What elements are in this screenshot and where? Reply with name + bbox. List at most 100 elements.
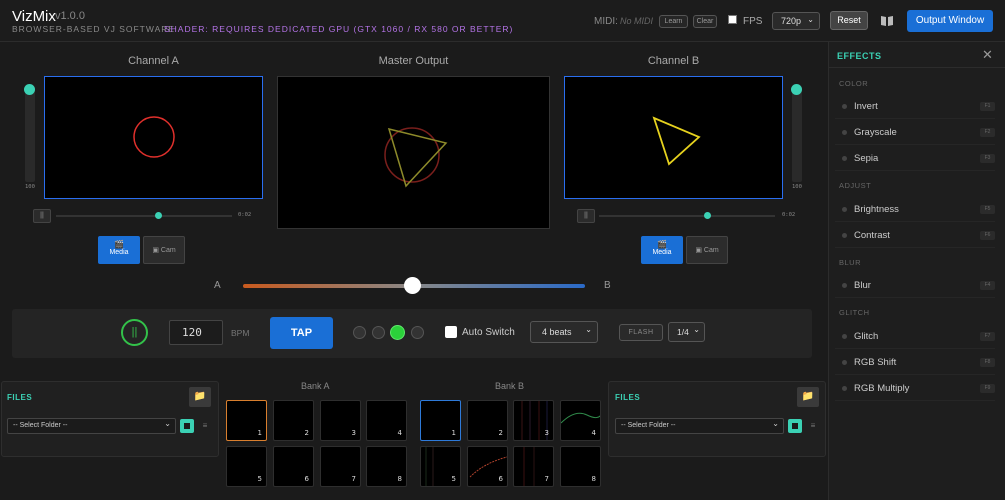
grid-view-icon[interactable] <box>180 419 194 433</box>
channel-a-media-button[interactable]: 🎬 Media <box>98 236 140 264</box>
beats-select[interactable]: 4 beats ⌄ <box>530 321 598 343</box>
fx-category-adjust: ADJUST <box>839 181 872 190</box>
channel-a-pause-button[interactable]: || <box>33 209 51 223</box>
fx-dot <box>842 207 847 212</box>
channel-a-preview[interactable] <box>44 76 263 199</box>
close-icon[interactable]: ✕ <box>982 47 993 63</box>
channel-b-opacity-value: 100 <box>792 184 802 190</box>
bank-a-slot-6[interactable]: 6 <box>273 446 314 487</box>
folder-open-icon[interactable]: 📁 <box>797 387 819 407</box>
fx-item-brightness[interactable]: Brightness F5 <box>835 198 995 222</box>
fx-item-invert[interactable]: Invert F1 <box>835 95 995 119</box>
bank-b-slot-8[interactable]: 8 <box>560 446 601 487</box>
fx-key: F1 <box>980 102 995 111</box>
channel-b-opacity-knob[interactable] <box>791 84 802 95</box>
midi-learn-button[interactable]: Learn <box>659 15 688 28</box>
grid-view-icon[interactable] <box>788 419 802 433</box>
bank-b-slot-6[interactable]: 6 <box>467 446 508 487</box>
channel-b-media-button[interactable]: 🎬 Media <box>641 236 683 264</box>
slot-number: 8 <box>397 475 402 483</box>
book-icon[interactable] <box>880 14 894 26</box>
bank-a-slot-3[interactable]: 3 <box>320 400 361 441</box>
channel-a-timeline-knob[interactable] <box>155 212 162 219</box>
bank-b-slot-7[interactable]: 7 <box>513 446 554 487</box>
fx-name: RGB Multiply <box>854 383 910 394</box>
bank-a-slot-7[interactable]: 7 <box>320 446 361 487</box>
fx-category-color: COLOR <box>839 79 869 88</box>
channel-b-cam-label: Cam <box>703 247 719 254</box>
resolution-select[interactable]: 720p ⌄ <box>772 12 820 30</box>
channel-b-preview[interactable] <box>564 76 783 199</box>
fx-item-glitch[interactable]: Glitch F7 <box>835 325 995 349</box>
flash-button[interactable]: FLASH <box>619 324 663 341</box>
bpm-input[interactable]: 120 <box>169 320 223 345</box>
files-b-title: FILES <box>615 393 641 402</box>
fx-item-grayscale[interactable]: Grayscale F2 <box>835 121 995 145</box>
division-select[interactable]: 1/4 ⌄ <box>668 322 705 342</box>
tap-tempo-button[interactable]: TAP <box>270 317 333 349</box>
folder-open-icon[interactable]: 📁 <box>189 387 211 407</box>
fx-item-blur[interactable]: Blur F4 <box>835 274 995 298</box>
bank-b-slot-2[interactable]: 2 <box>467 400 508 441</box>
list-view-icon[interactable]: ≡ <box>199 420 211 432</box>
fx-dot <box>842 156 847 161</box>
bank-a-slot-8[interactable]: 8 <box>366 446 407 487</box>
channel-b-timeline-knob[interactable] <box>704 212 711 219</box>
media-icon: 🎬 <box>114 240 124 249</box>
midi-clear-button[interactable]: Clear <box>693 15 717 28</box>
bank-a-slot-4[interactable]: 4 <box>366 400 407 441</box>
fx-name: RGB Shift <box>854 357 897 368</box>
files-b-folder-select[interactable]: -- Select Folder -- ⌄ <box>615 418 784 434</box>
channel-a-timeline[interactable] <box>56 215 232 217</box>
bank-b-slot-3[interactable]: 3 <box>513 400 554 441</box>
crossfader-knob[interactable] <box>404 277 421 294</box>
channel-b-timeline[interactable] <box>599 215 775 217</box>
fps-checkbox[interactable] <box>728 15 737 24</box>
channel-a-cam-button[interactable]: ▣ Cam <box>143 236 185 264</box>
channel-b-time: 0:02 <box>782 212 796 218</box>
beat-indicator-button[interactable]: || <box>121 319 148 346</box>
fx-dot <box>842 386 847 391</box>
chevron-down-icon: ⌄ <box>693 325 700 334</box>
channel-a-opacity-knob[interactable] <box>24 84 35 95</box>
crossfader-label-b: B <box>604 280 611 291</box>
fx-item-rgb-multiply[interactable]: RGB Multiply F9 <box>835 377 995 401</box>
fx-key: F7 <box>980 332 995 341</box>
fx-name: Sepia <box>854 153 879 164</box>
fx-name: Brightness <box>854 204 899 215</box>
effects-title: EFFECTS <box>837 51 882 61</box>
slot-number: 8 <box>591 475 596 483</box>
master-output-title: Master Output <box>378 55 449 67</box>
bank-b-slot-1[interactable]: 1 <box>420 400 461 441</box>
beat-dot-1 <box>353 326 366 339</box>
fx-item-rgb-shift[interactable]: RGB Shift F8 <box>835 351 995 375</box>
slot-number: 6 <box>304 475 309 483</box>
master-output-preview <box>277 76 550 229</box>
auto-switch-checkbox[interactable] <box>445 326 457 338</box>
fx-dot <box>842 104 847 109</box>
slot-number: 5 <box>257 475 262 483</box>
reset-button[interactable]: Reset <box>830 11 868 30</box>
bank-a-slot-5[interactable]: 5 <box>226 446 267 487</box>
bpm-label: BPM <box>231 328 250 338</box>
channel-b-opacity-slider[interactable] <box>792 86 802 182</box>
slot-number: 4 <box>397 429 402 437</box>
channel-b-pause-button[interactable]: || <box>577 209 595 223</box>
output-window-button[interactable]: Output Window <box>907 10 993 32</box>
slot-number: 2 <box>304 429 309 437</box>
channel-b-title: Channel B <box>647 55 700 67</box>
fx-item-contrast[interactable]: Contrast F6 <box>835 224 995 248</box>
files-a-folder-select[interactable]: -- Select Folder -- ⌄ <box>7 418 176 434</box>
bank-a-slot-1[interactable]: 1 <box>226 400 267 441</box>
fx-item-sepia[interactable]: Sepia F3 <box>835 147 995 171</box>
auto-switch-label: Auto Switch <box>462 327 515 338</box>
bank-a-slot-2[interactable]: 2 <box>273 400 314 441</box>
fx-dot <box>842 360 847 365</box>
channel-b-cam-button[interactable]: ▣ Cam <box>686 236 728 264</box>
slot-number: 3 <box>351 429 356 437</box>
channel-a-opacity-slider[interactable] <box>25 86 35 182</box>
bank-b-slot-4[interactable]: 4 <box>560 400 601 441</box>
chevron-down-icon: ⌄ <box>772 419 779 428</box>
bank-b-slot-5[interactable]: 5 <box>420 446 461 487</box>
list-view-icon[interactable]: ≡ <box>807 420 819 432</box>
